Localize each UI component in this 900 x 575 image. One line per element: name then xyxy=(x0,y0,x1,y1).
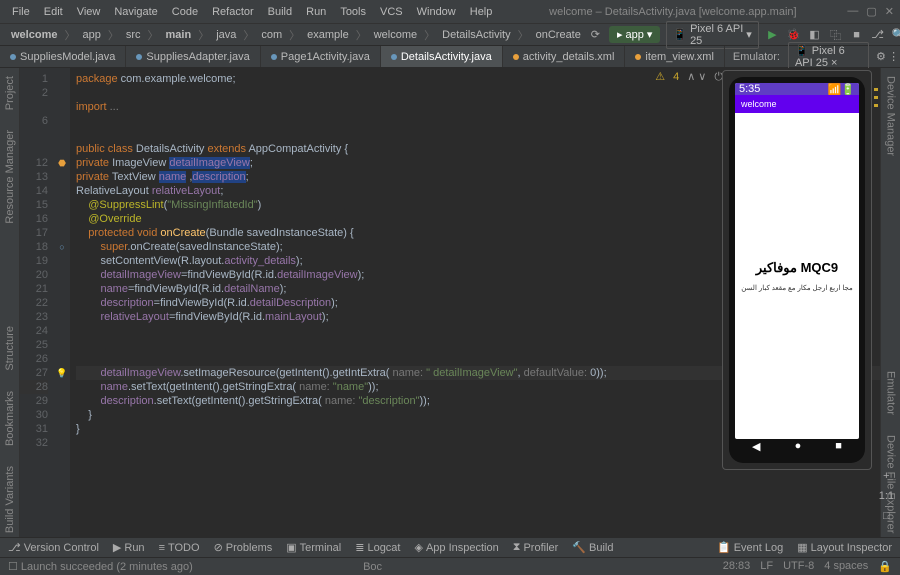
gear-icon[interactable]: ⚙ xyxy=(875,48,888,66)
crumb-method[interactable]: onCreate xyxy=(533,28,584,42)
device-selector[interactable]: 📱 Pixel 6 API 25 ▾ xyxy=(666,21,758,49)
profile-icon[interactable]: ◧ xyxy=(807,26,822,44)
tool-terminal[interactable]: ▣ Terminal xyxy=(286,541,341,554)
search-icon[interactable]: 🔍 xyxy=(891,26,900,44)
menu-vcs[interactable]: VCS xyxy=(374,3,409,21)
menu-window[interactable]: Window xyxy=(411,3,462,21)
tab-page1[interactable]: Page1Activity.java xyxy=(261,46,381,67)
phone-title: موفاكير MQC9 xyxy=(756,260,838,276)
tool-emulator[interactable]: Emulator xyxy=(885,367,897,419)
phone-appbar: welcome xyxy=(735,95,859,113)
gutter-icons: ⬣ ○ 💡 xyxy=(54,68,70,537)
menu-refactor[interactable]: Refactor xyxy=(206,3,260,21)
minimize-icon[interactable]: — xyxy=(847,5,858,18)
status-indent[interactable]: 4 spaces xyxy=(824,560,868,573)
run-icon[interactable]: ▶ xyxy=(765,26,780,44)
status-caret-pos[interactable]: 28:83 xyxy=(723,560,751,573)
crumb-project[interactable]: welcome xyxy=(8,28,60,42)
maximize-icon[interactable]: ▢ xyxy=(866,5,876,18)
tool-layout-inspector[interactable]: ▦ Layout Inspector xyxy=(797,541,892,554)
menu-navigate[interactable]: Navigate xyxy=(108,3,163,21)
gutter-warning-icon[interactable]: ⬣ xyxy=(54,156,70,170)
crumb[interactable]: com xyxy=(258,28,285,42)
attach-icon[interactable]: ⿻ xyxy=(828,26,843,44)
git-icon[interactable]: ⎇ xyxy=(870,26,885,44)
crumb[interactable]: src xyxy=(123,28,144,42)
menu-tools[interactable]: Tools xyxy=(334,3,372,21)
crumb[interactable]: example xyxy=(304,28,352,42)
tool-event-log[interactable]: 📋 Event Log xyxy=(717,541,783,554)
tool-run[interactable]: ▶ Run xyxy=(113,541,145,554)
tab-supplies-adapter[interactable]: SuppliesAdapter.java xyxy=(126,46,260,67)
tool-build-variants[interactable]: Build Variants xyxy=(4,462,16,537)
run-config-selector[interactable]: ▸ app ▾ xyxy=(609,26,660,43)
menu-edit[interactable]: Edit xyxy=(38,3,69,21)
more-icon[interactable]: ⋮ xyxy=(887,48,900,66)
menu-view[interactable]: View xyxy=(71,3,107,21)
tab-item-view-xml[interactable]: item_view.xml xyxy=(625,46,724,67)
sync-icon[interactable]: ⟳ xyxy=(588,26,603,44)
phone-desc: مجا اربع ارجل مكار مع مقعد كبار السن xyxy=(741,284,853,292)
tool-resource-manager[interactable]: Resource Manager xyxy=(4,126,16,228)
menu-code[interactable]: Code xyxy=(166,3,204,21)
crumb-class[interactable]: DetailsActivity xyxy=(439,28,513,42)
close-icon[interactable]: ✕ xyxy=(885,5,894,18)
crumb[interactable]: app xyxy=(79,28,103,42)
status-message: ☐ Launch succeeded (2 minutes ago) xyxy=(8,560,193,573)
tool-structure[interactable]: Structure xyxy=(4,322,16,375)
emulator-label: Emulator: xyxy=(725,51,788,63)
line-gutter: 12 6 121314 151617 181920 212223 242526 … xyxy=(20,68,54,537)
emulator-device[interactable]: 📱 Pixel 6 API 25 × xyxy=(788,42,869,71)
tab-details-activity[interactable]: DetailsActivity.java xyxy=(381,46,503,67)
gutter-bulb-icon[interactable]: 💡 xyxy=(54,366,70,380)
tool-project[interactable]: Project xyxy=(4,72,16,114)
stop-icon[interactable]: ■ xyxy=(849,26,864,44)
tool-problems[interactable]: ⊘ Problems xyxy=(214,541,273,554)
window-title: welcome – DetailsActivity.java [welcome.… xyxy=(498,6,847,18)
tool-vcs[interactable]: ⎇ Version Control xyxy=(8,541,99,554)
tool-device-manager[interactable]: Device Manager xyxy=(885,72,897,160)
phone-frame: 5:35📶🔋 welcome موفاكير MQC9 مجا اربع ارج… xyxy=(729,77,865,463)
zoom-reset-icon[interactable]: 1:1 xyxy=(879,490,894,502)
tab-activity-details-xml[interactable]: activity_details.xml xyxy=(503,46,626,67)
crumb[interactable]: main xyxy=(163,28,195,42)
tab-supplies-model[interactable]: SuppliesModel.java xyxy=(0,46,126,67)
menu-build[interactable]: Build xyxy=(262,3,298,21)
status-mid: Boc xyxy=(363,561,382,573)
debug-icon[interactable]: 🐞 xyxy=(786,26,801,44)
crumb[interactable]: java xyxy=(213,28,239,42)
zoom-fit-icon[interactable]: □ xyxy=(883,510,890,522)
tool-profiler[interactable]: ⧗ Profiler xyxy=(513,541,559,554)
menu-file[interactable]: File xyxy=(6,3,36,21)
tool-todo[interactable]: ≡ TODO xyxy=(159,542,200,554)
status-encoding[interactable]: UTF-8 xyxy=(783,560,814,573)
phone-nav: ◀●■ xyxy=(735,439,859,453)
menu-run[interactable]: Run xyxy=(300,3,332,21)
crumb[interactable]: welcome xyxy=(371,28,420,42)
phone-statusbar: 5:35📶🔋 xyxy=(735,83,859,95)
zoom-in-icon[interactable]: + xyxy=(883,470,889,482)
status-line-ending[interactable]: LF xyxy=(760,560,773,573)
emulator-panel: 5:35📶🔋 welcome موفاكير MQC9 مجا اربع ارج… xyxy=(722,70,872,470)
status-lock-icon[interactable]: 🔒 xyxy=(878,560,892,573)
tool-bookmarks[interactable]: Bookmarks xyxy=(4,387,16,450)
menu-help[interactable]: Help xyxy=(464,3,499,21)
gutter-override-icon[interactable]: ○ xyxy=(54,240,70,254)
main-menu: File Edit View Navigate Code Refactor Bu… xyxy=(6,3,498,21)
tool-logcat[interactable]: ≣ Logcat xyxy=(355,541,400,554)
tool-app-inspection[interactable]: ◈ App Inspection xyxy=(414,541,498,554)
tool-build[interactable]: 🔨 Build xyxy=(572,541,613,554)
